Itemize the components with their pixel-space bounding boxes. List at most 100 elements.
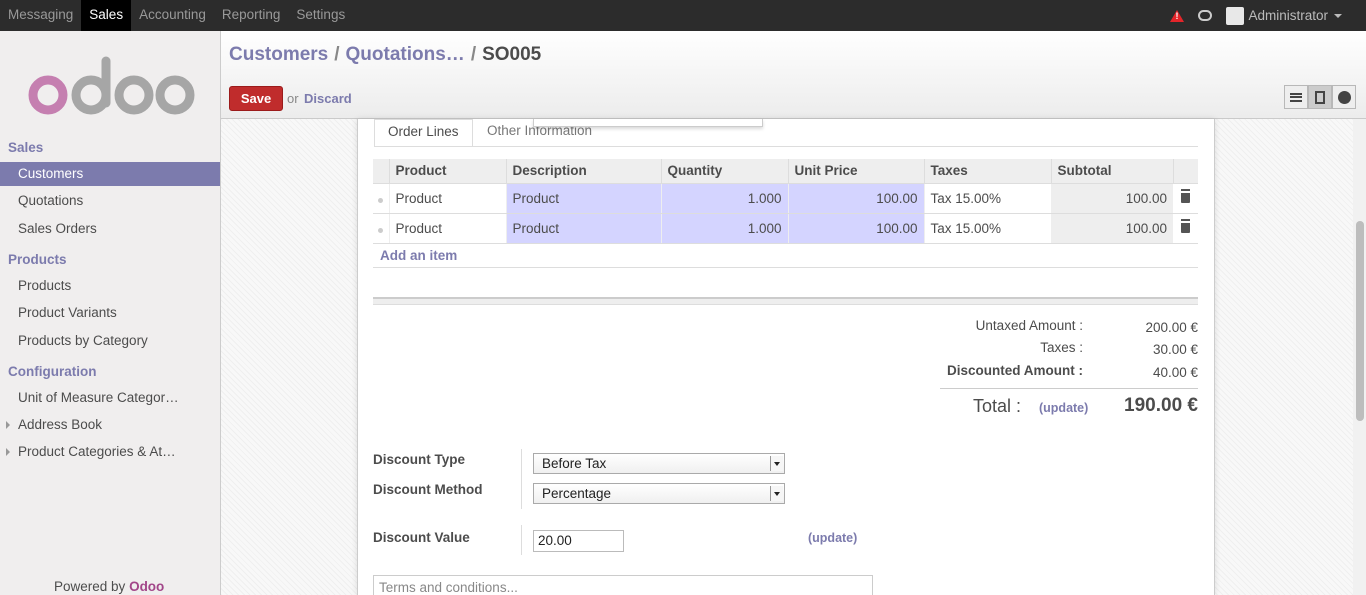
form-icon xyxy=(1315,90,1325,104)
avatar[interactable] xyxy=(1226,6,1245,25)
untaxed-amount-label: Untaxed Amount : xyxy=(975,318,1083,333)
sidebar-item-product-categories[interactable]: Product Categories & At… xyxy=(0,440,220,464)
save-button[interactable]: Save xyxy=(229,86,283,111)
sidebar-section-configuration: Configuration xyxy=(8,364,97,379)
column-header-taxes[interactable]: Taxes xyxy=(923,159,1051,184)
discount-type-label: Discount Type xyxy=(373,452,466,467)
scrollbar-thumb[interactable] xyxy=(1356,221,1364,421)
tab-underline xyxy=(374,146,1198,147)
scrollbar[interactable] xyxy=(1353,119,1366,595)
or-text: or xyxy=(287,91,299,106)
top-menu: Messaging Sales Accounting Reporting Set… xyxy=(0,0,353,31)
list-view-button[interactable] xyxy=(1284,85,1308,109)
field-divider xyxy=(521,449,522,509)
table-row[interactable]: Product Product 1.000 100.00 Tax 15.00% … xyxy=(373,213,1198,244)
trash-icon[interactable] xyxy=(1181,190,1190,203)
column-header-quantity[interactable]: Quantity xyxy=(660,159,788,184)
table-row[interactable]: Product Product 1.000 100.00 Tax 15.00% … xyxy=(373,183,1198,214)
view-switcher xyxy=(1284,85,1356,109)
menu-messaging[interactable]: Messaging xyxy=(0,0,81,31)
drag-handle-icon[interactable] xyxy=(378,227,384,233)
menu-sales[interactable]: Sales xyxy=(81,0,132,31)
breadcrumb-quotations[interactable]: Quotations… xyxy=(346,44,465,65)
cell-quantity[interactable]: 1.000 xyxy=(660,183,788,214)
graph-icon xyxy=(1337,90,1351,104)
menu-settings[interactable]: Settings xyxy=(288,0,353,31)
sidebar-section-sales: Sales xyxy=(8,140,44,155)
field-divider xyxy=(521,525,522,555)
menu-accounting[interactable]: Accounting xyxy=(131,0,214,31)
graph-view-button[interactable] xyxy=(1332,85,1356,109)
user-menu-name[interactable]: Administrator xyxy=(1248,8,1328,23)
chevron-down-icon[interactable] xyxy=(770,486,783,501)
discount-value-label: Discount Value xyxy=(373,530,470,545)
taxes-label: Taxes : xyxy=(1040,340,1083,355)
sidebar-item-quotations[interactable]: Quotations xyxy=(0,189,220,213)
list-icon xyxy=(1290,92,1302,102)
cell-subtotal: 100.00 xyxy=(1050,183,1173,214)
cell-taxes[interactable]: Tax 15.00% xyxy=(923,213,1051,244)
discount-value-input[interactable]: 20.00 xyxy=(533,530,624,552)
sidebar-item-sales-orders[interactable]: Sales Orders xyxy=(0,217,220,241)
breadcrumb-customers[interactable]: Customers xyxy=(229,44,328,65)
menu-reporting[interactable]: Reporting xyxy=(214,0,289,31)
cell-product[interactable]: Product xyxy=(388,183,506,214)
discount-method-select[interactable]: Percentage xyxy=(533,483,785,504)
cell-quantity[interactable]: 1.000 xyxy=(660,213,788,244)
breadcrumb: Customers / Quotations… / SO005 xyxy=(229,44,541,66)
form-view-button[interactable] xyxy=(1308,85,1332,109)
column-header-product[interactable]: Product xyxy=(388,159,506,184)
cell-description[interactable]: Product xyxy=(505,183,661,214)
cell-unit-price[interactable]: 100.00 xyxy=(787,213,924,244)
sidebar-item-address-book[interactable]: Address Book xyxy=(0,413,220,437)
add-item-link[interactable]: Add an item xyxy=(380,248,457,263)
total-value: 190.00 € xyxy=(1124,395,1198,416)
column-header-unit-price[interactable]: Unit Price xyxy=(787,159,924,184)
discount-type-select[interactable]: Before Tax xyxy=(533,453,785,474)
untaxed-amount-value: 200.00 € xyxy=(1145,320,1198,335)
trash-icon[interactable] xyxy=(1181,220,1190,233)
form-header: Customers / Quotations… / SO005 Save or Disc… xyxy=(221,31,1366,119)
sidebar-item-customers[interactable]: Customers xyxy=(0,162,220,186)
sidebar-item-uom-categories[interactable]: Unit of Measure Categor… xyxy=(0,386,220,410)
row-handle[interactable] xyxy=(373,213,389,244)
delete-cell[interactable] xyxy=(1173,183,1198,214)
discounted-amount-label: Discounted Amount : xyxy=(947,363,1083,378)
total-divider xyxy=(940,388,1198,389)
sidebar-item-product-categories-row[interactable]: Product Categories & At… xyxy=(0,440,220,464)
drag-handle-icon[interactable] xyxy=(378,197,384,203)
terms-and-conditions-input[interactable]: Terms and conditions... xyxy=(373,575,873,595)
chat-icon[interactable] xyxy=(1198,10,1213,21)
powered-by-brand-link[interactable]: Odoo xyxy=(129,579,164,594)
sidebar-item-address-book-row[interactable]: Address Book xyxy=(0,413,220,437)
table-footer xyxy=(373,297,1198,305)
sidebar-section-products: Products xyxy=(8,252,67,267)
update-discount-link[interactable]: (update) xyxy=(808,531,857,545)
table-bottom-border xyxy=(373,267,1198,268)
handle-column-header xyxy=(373,159,389,184)
odoo-logo[interactable] xyxy=(26,53,196,125)
sidebar-item-products[interactable]: Products xyxy=(0,274,220,298)
discard-button[interactable]: Discard xyxy=(304,91,352,106)
powered-by-text: Powered by xyxy=(54,579,126,594)
delete-cell[interactable] xyxy=(1173,213,1198,244)
total-label: Total : xyxy=(973,396,1022,416)
column-header-subtotal[interactable]: Subtotal xyxy=(1050,159,1173,184)
sidebar-item-products-by-category[interactable]: Products by Category xyxy=(0,329,220,353)
tab-order-lines[interactable]: Order Lines xyxy=(374,119,473,147)
cell-taxes[interactable]: Tax 15.00% xyxy=(923,183,1051,214)
discount-type-value: Before Tax xyxy=(542,456,607,471)
column-header-description[interactable]: Description xyxy=(505,159,661,184)
chevron-down-icon[interactable] xyxy=(1334,13,1342,18)
cell-product[interactable]: Product xyxy=(388,213,506,244)
update-total-link[interactable]: (update) xyxy=(1039,401,1088,415)
breadcrumb-current: SO005 xyxy=(482,44,542,65)
cell-description[interactable]: Product xyxy=(505,213,661,244)
warning-icon[interactable] xyxy=(1170,9,1185,22)
chevron-down-icon[interactable] xyxy=(770,456,783,471)
table-header-row: Product Description Quantity Unit Price … xyxy=(373,159,1198,184)
row-handle[interactable] xyxy=(373,183,389,214)
sidebar-item-product-variants[interactable]: Product Variants xyxy=(0,301,220,325)
dropdown-remnant xyxy=(533,119,763,127)
cell-unit-price[interactable]: 100.00 xyxy=(787,183,924,214)
